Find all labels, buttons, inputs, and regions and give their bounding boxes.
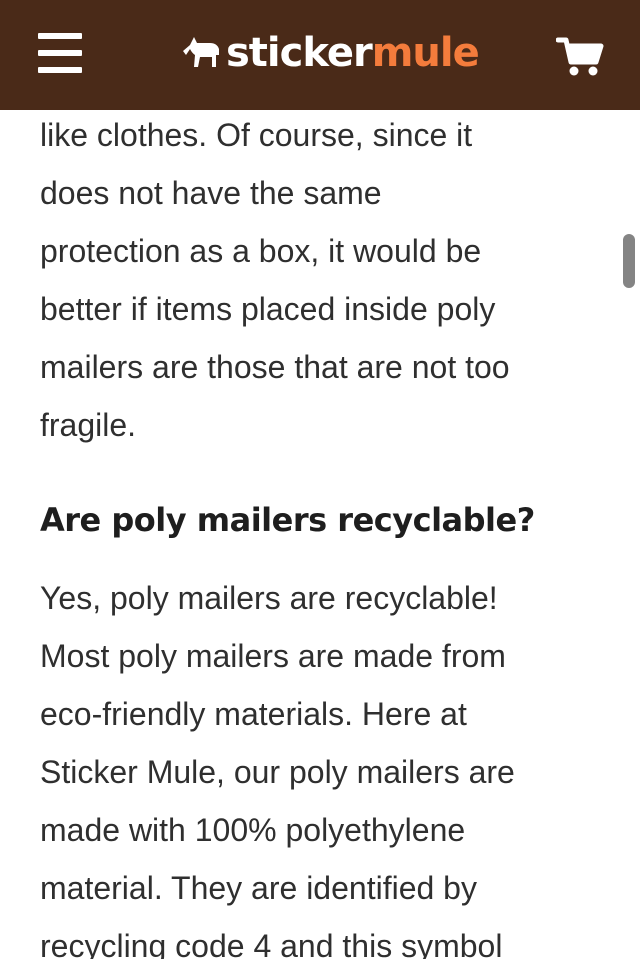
- paragraph-line: better if items placed inside poly: [40, 291, 496, 327]
- paragraph-line: eco-friendly materials. Here at: [40, 696, 467, 732]
- paragraph-line: Sticker Mule, our poly mailers are: [40, 754, 515, 790]
- paragraph-line: material. They are identified by: [40, 870, 477, 906]
- article-content: like clothes. Of course, since it does n…: [40, 0, 600, 959]
- logo-text-mule: mule: [371, 30, 480, 76]
- paragraph-line: does not have the same: [40, 175, 382, 211]
- menu-bar-middle: [38, 50, 82, 56]
- top-navigation-bar: stickermule: [0, 0, 640, 110]
- cart-graphic: [555, 37, 604, 76]
- menu-bar-top: [38, 33, 82, 39]
- hamburger-menu-icon[interactable]: [38, 33, 82, 73]
- paragraph-line: protection as a box, it would be: [40, 233, 482, 269]
- paragraph-line: made with 100% polyethylene: [40, 812, 466, 848]
- paragraph-line: recycling code 4 and this symbol: [40, 928, 503, 959]
- paragraph-line: fragile.: [40, 407, 137, 443]
- menu-bar-bottom: [38, 67, 82, 73]
- paragraph-line: Most poly mailers are made from: [40, 638, 506, 674]
- article-paragraph: Yes, poly mailers are recyclable! Most p…: [40, 569, 600, 959]
- paragraph-line: like clothes. Of course, since it: [40, 117, 473, 153]
- scrollbar-thumb[interactable]: [623, 234, 635, 288]
- mule-logo-icon: [183, 37, 219, 67]
- logo-text-sticker: sticker: [226, 30, 373, 76]
- article-paragraph: like clothes. Of course, since it does n…: [40, 106, 600, 454]
- shopping-cart-icon[interactable]: [555, 36, 604, 78]
- sticker-mule-logo[interactable]: stickermule: [180, 28, 480, 78]
- paragraph-line: mailers are those that are not too: [40, 349, 510, 385]
- section-heading: Are poly mailers recyclable?: [40, 501, 535, 539]
- paragraph-line: Yes, poly mailers are recyclable!: [40, 580, 498, 616]
